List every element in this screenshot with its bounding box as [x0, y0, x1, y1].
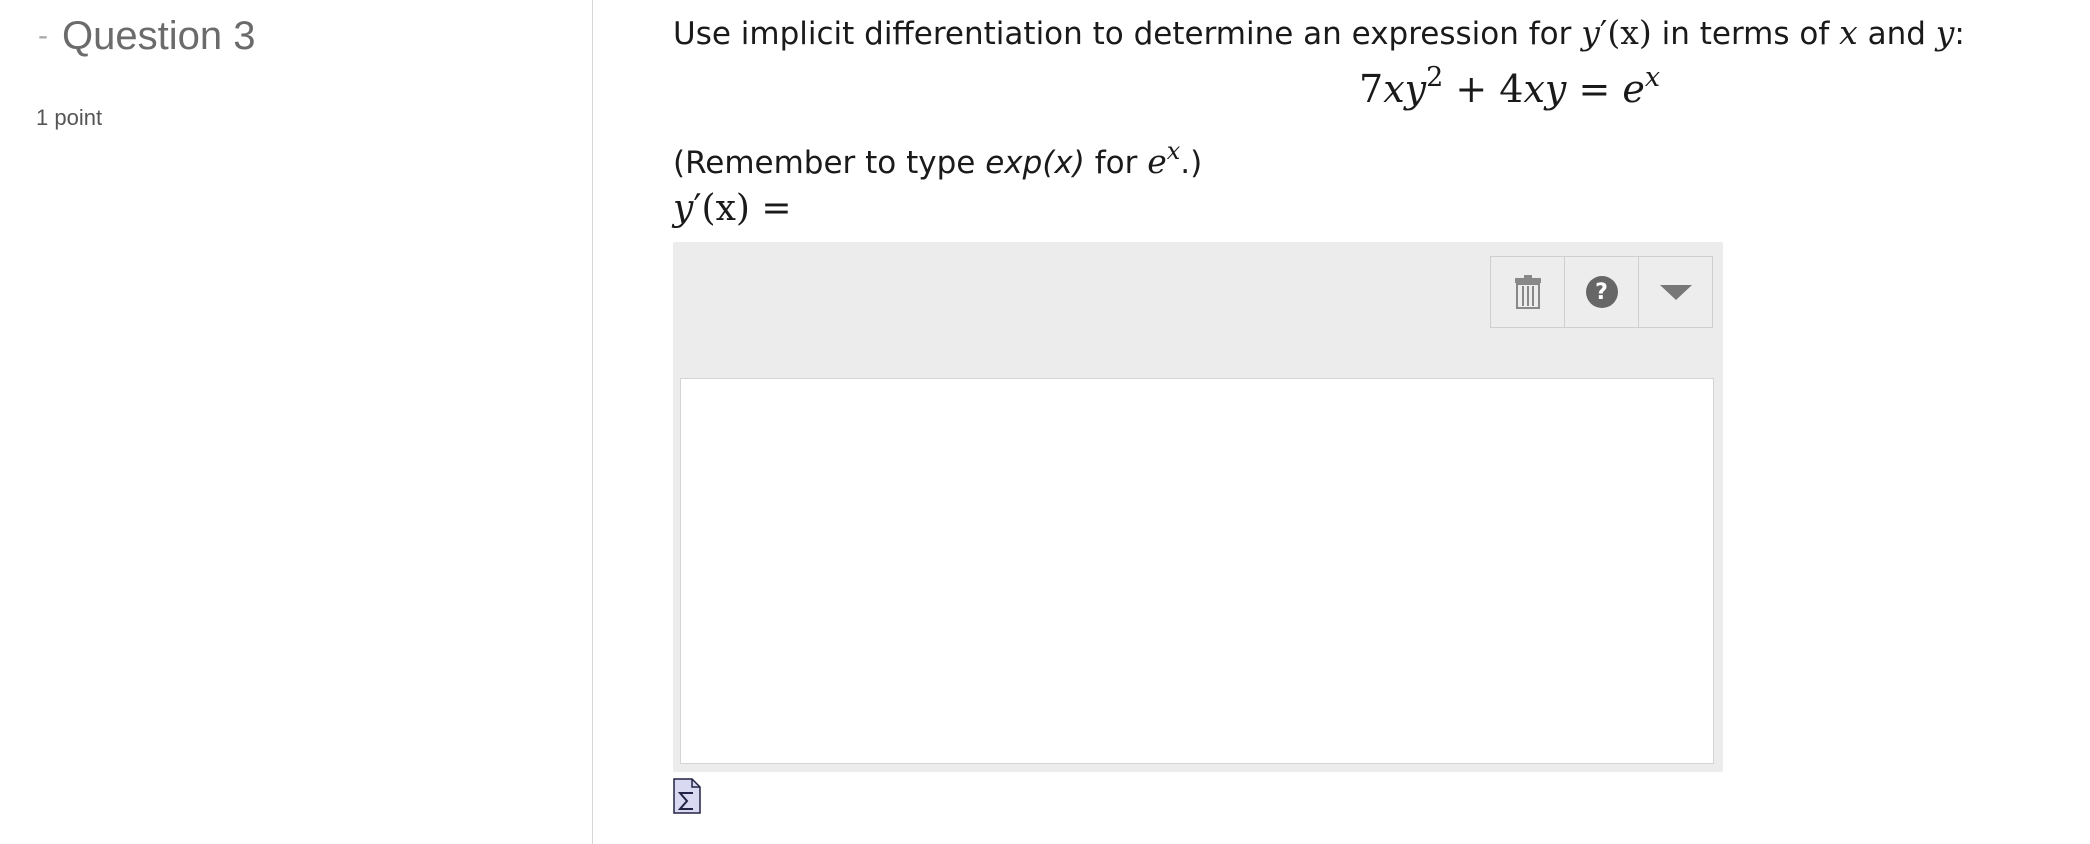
- options-dropdown-button[interactable]: [1639, 257, 1712, 327]
- equation-display: 7xy2 + 4xy = ex: [1359, 62, 1661, 111]
- prompt-text-3: and: [1857, 16, 1936, 52]
- answer-label: y′(x) =: [673, 188, 792, 229]
- answer-editor: ?: [673, 242, 1723, 772]
- remember-code: exp(x): [985, 145, 1085, 181]
- equation-editor-icon[interactable]: [673, 778, 701, 814]
- prompt-text-2: in terms of: [1651, 16, 1840, 52]
- prompt-math-yprime: y′(x): [1581, 13, 1652, 52]
- collapse-toggle[interactable]: -: [38, 21, 48, 51]
- editor-toolbar: ?: [1490, 256, 1713, 328]
- answer-input[interactable]: [680, 378, 1714, 764]
- question-header: - Question 3: [38, 14, 255, 58]
- chevron-down-icon: [1659, 284, 1692, 300]
- question-sidebar: - Question 3 1 point: [0, 0, 593, 844]
- help-icon: ?: [1585, 276, 1618, 308]
- question-title: Question 3: [62, 14, 256, 58]
- question-points: 1 point: [36, 105, 103, 130]
- prompt-text: Use implicit differentiation to determin…: [673, 16, 1582, 52]
- help-button[interactable]: ?: [1565, 257, 1639, 327]
- prompt-var-x: x: [1839, 13, 1858, 52]
- prompt-text-4: :: [1954, 16, 1965, 52]
- trash-icon: [1514, 275, 1541, 309]
- prompt-var-y: y: [1935, 13, 1955, 52]
- remember-note: (Remember to type exp(x) for ex.): [673, 137, 1203, 181]
- delete-button[interactable]: [1491, 257, 1565, 327]
- question-prompt: Use implicit differentiation to determin…: [673, 12, 1965, 55]
